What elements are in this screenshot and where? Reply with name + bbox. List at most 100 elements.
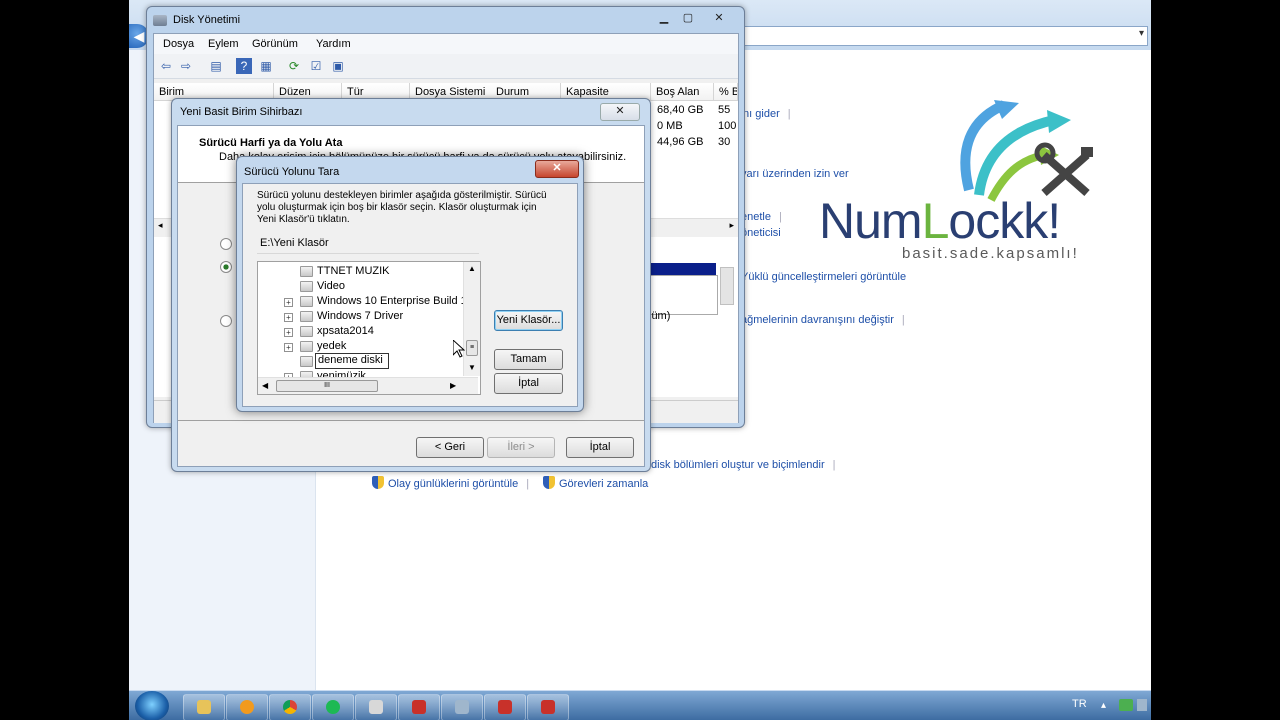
row-1-pct: 55 [718, 104, 731, 116]
tree-vscrollbar[interactable]: ▲ ≡ ▼ [463, 262, 480, 376]
wizard-close-button[interactable]: ✕ [600, 103, 640, 121]
tree-hscrollbar[interactable]: ◀ III ▶ [258, 377, 478, 394]
volume-tray-icon[interactable] [1137, 699, 1147, 711]
tree-node[interactable]: + Windows 7 Driver [258, 310, 463, 325]
row-3-free: 44,96 GB [657, 136, 704, 148]
tree-node-editing[interactable]: deneme diski [258, 353, 463, 370]
address-bar[interactable]: ▾ [741, 26, 1148, 46]
rescan-icon[interactable]: ▣ [330, 58, 346, 74]
maximize-button[interactable]: ▢ [676, 11, 700, 27]
scroll-up-icon[interactable]: ▲ [468, 264, 476, 273]
radio-no-letter[interactable] [220, 315, 232, 327]
logo-wordmark: NumLockk! [819, 193, 1061, 249]
taskbar-app-7[interactable] [441, 694, 483, 720]
hscroll-thumb[interactable]: III [276, 380, 378, 392]
folder-icon [197, 700, 211, 714]
tree-node[interactable]: + Windows 10 Enterprise Build 102 [258, 295, 463, 310]
check-icon[interactable]: ☑ [308, 58, 324, 74]
properties-icon[interactable]: ▦ [258, 58, 274, 74]
scroll-left-icon[interactable]: ◂ [158, 220, 163, 231]
cp-link-4[interactable]: öneticisi [741, 227, 781, 239]
forward-arrow-icon[interactable]: ⇨ [178, 58, 194, 74]
browse-client: Sürücü yolunu destekleyen birimler aşağı… [242, 183, 578, 407]
disk-titlebar[interactable]: Disk Yönetimi ▁ ▢ ✕ [147, 7, 744, 35]
taskbar-chrome[interactable] [269, 694, 311, 720]
toolbox-icon [541, 700, 555, 714]
minimize-button[interactable]: ▁ [652, 11, 676, 27]
taskbar-app-8[interactable] [484, 694, 526, 720]
row-2-free: 0 MB [657, 120, 683, 132]
new-folder-button[interactable]: Yeni Klasör... [494, 310, 563, 331]
cp-link-schedule-tasks[interactable]: Görevleri zamanla [543, 476, 648, 490]
taskbar-explorer[interactable] [183, 694, 225, 720]
scroll-left-icon[interactable]: ◀ [262, 381, 268, 390]
refresh-icon[interactable]: ⟳ [286, 58, 302, 74]
expand-icon[interactable]: + [284, 313, 293, 322]
menu-eylem[interactable]: Eylem [208, 38, 239, 50]
computer-icon [369, 700, 383, 714]
vertical-scrollbar[interactable] [720, 267, 734, 305]
browse-description: Sürücü yolunu destekleyen birimler aşağı… [257, 190, 547, 225]
menu-yardim[interactable]: Yardım [316, 38, 351, 50]
browse-title: Sürücü Yolunu Tara [244, 166, 340, 178]
taskbar-spotify[interactable] [312, 694, 354, 720]
disk-toolbar: ⇦ ⇨ ▤ ? ▦ ⟳ ☑ ▣ [154, 54, 738, 79]
col-bos-alan[interactable]: Boş Alan [651, 83, 714, 101]
cp-link-1[interactable]: ını gider | [740, 108, 791, 120]
cp-link-7[interactable]: disk bölümleri oluştur ve biçimlendir | [651, 459, 835, 471]
folder-tree[interactable]: TTNET MUZIK Video + Windows 10 Enterprise… [257, 261, 481, 395]
rename-input[interactable]: deneme diski [315, 353, 389, 369]
tree-node[interactable]: Video [258, 280, 463, 295]
wizard-next-button[interactable]: İleri > [487, 437, 555, 458]
scroll-down-icon[interactable]: ▼ [468, 363, 476, 372]
chevron-down-icon[interactable]: ▾ [1139, 28, 1144, 39]
taskbar-app-5[interactable] [355, 694, 397, 720]
cancel-button[interactable]: İptal [494, 373, 563, 394]
taskbar-media[interactable] [226, 694, 268, 720]
radio-assign-letter[interactable] [220, 238, 232, 250]
cp-link-event-logs[interactable]: Olay günlüklerini görüntüle | [372, 476, 529, 490]
menu-dosya[interactable]: Dosya [163, 38, 194, 50]
chrome-icon [283, 700, 297, 714]
language-indicator[interactable]: TR [1072, 698, 1087, 710]
list-view-icon[interactable]: ▤ [208, 58, 224, 74]
expand-icon[interactable]: + [284, 328, 293, 337]
browse-close-button[interactable]: ✕ [535, 160, 579, 178]
cp-link-6[interactable]: ağmelerinin davranışını değiştir | [741, 314, 905, 326]
expand-icon[interactable]: + [284, 343, 293, 352]
scroll-thumb[interactable]: ≡ [466, 340, 478, 356]
disk-management-icon [153, 15, 167, 26]
tree-node[interactable]: + xpsata2014 [258, 325, 463, 340]
media-player-icon [240, 700, 254, 714]
wizard-heading: Sürücü Harfi ya da Yolu Ata [199, 137, 343, 149]
partition-block[interactable]: lüm) [648, 275, 718, 322]
close-button[interactable]: ✕ [700, 11, 738, 27]
shield-icon [543, 476, 555, 489]
cp-link-3[interactable]: enetle | [741, 211, 782, 223]
row-2-pct: 100 [718, 120, 737, 132]
scroll-right-icon[interactable]: ▸ [729, 220, 734, 231]
row-3-pct: 30 [718, 136, 731, 148]
wizard-titlebar[interactable]: Yeni Basit Birim Sihirbazı ✕ [172, 99, 650, 127]
expand-icon[interactable]: + [284, 298, 293, 307]
browse-titlebar[interactable]: Sürücü Yolunu Tara ✕ [237, 157, 583, 185]
scroll-right-icon[interactable]: ▶ [450, 381, 456, 390]
network-tray-icon[interactable] [1119, 699, 1133, 711]
col-yuzde[interactable]: % B [714, 83, 738, 101]
wizard-cancel-button[interactable]: İptal [566, 437, 634, 458]
row-1-free: 68,40 GB [657, 104, 704, 116]
menu-gorunum[interactable]: Görünüm [252, 38, 298, 50]
wizard-back-button[interactable]: < Geri [416, 437, 484, 458]
cp-link-5[interactable]: Yüklü güncelleştirmeleri görüntüle [741, 271, 906, 283]
ok-button[interactable]: Tamam [494, 349, 563, 370]
start-button[interactable] [135, 691, 169, 720]
taskbar-app-6[interactable] [398, 694, 440, 720]
toolbox-icon [412, 700, 426, 714]
tray-expand-icon[interactable]: ▴ [1101, 700, 1106, 711]
back-arrow-icon[interactable]: ⇦ [158, 58, 174, 74]
disk-menubar: Dosya Eylem Görünüm Yardım [154, 34, 738, 54]
tree-node[interactable]: TTNET MUZIK [258, 265, 463, 280]
taskbar-app-9[interactable] [527, 694, 569, 720]
help-icon[interactable]: ? [236, 58, 252, 74]
radio-mount-folder[interactable] [220, 261, 232, 273]
